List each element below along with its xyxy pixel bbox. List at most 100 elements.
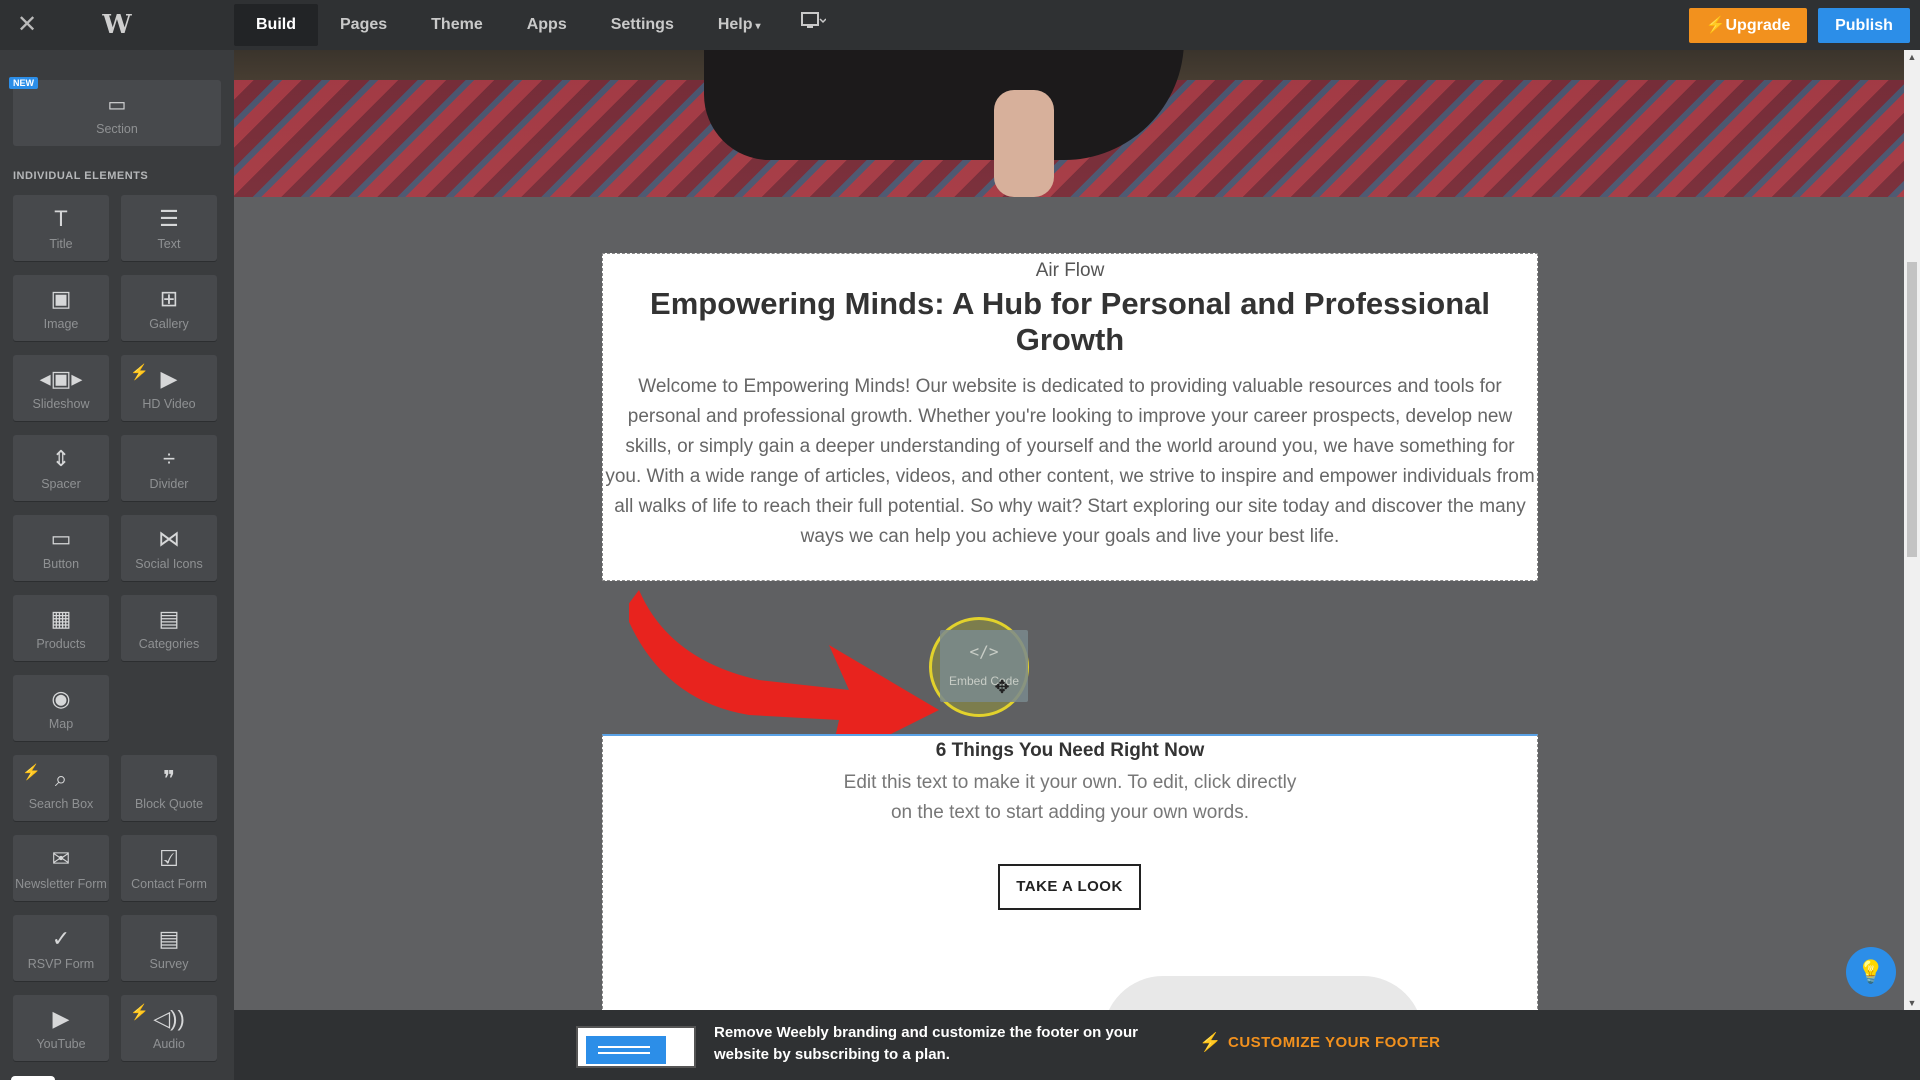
block-quote-icon: ❞ [163, 766, 175, 791]
publish-button[interactable]: Publish [1818, 8, 1910, 43]
elements-sidebar: ▭ Section NEW INDIVIDUAL ELEMENTS T Title… [0, 50, 234, 1080]
gallery-icon: ⊞ [159, 286, 179, 311]
sidebar-element-contact-form[interactable]: ☑ Contact Form [121, 835, 217, 901]
sidebar-element-survey[interactable]: ▤ Survey [121, 915, 217, 981]
youtube-icon: ▶ [52, 1006, 70, 1031]
sidebar-element-label: Gallery [149, 317, 189, 331]
sidebar-element-divider[interactable]: ÷ Divider [121, 435, 217, 501]
block2-title[interactable]: 6 Things You Need Right Now [603, 740, 1537, 762]
tab-apps[interactable]: Apps [505, 4, 589, 46]
sidebar-element-label: YouTube [36, 1037, 86, 1051]
sidebar-element-social-icons[interactable]: ⋈ Social Icons [121, 515, 217, 581]
tab-help-label: Help [717, 16, 753, 33]
sidebar-element-label: Categories [138, 637, 200, 651]
sidebar-element-text[interactable]: ☰ Text [121, 195, 217, 261]
block2-body[interactable]: Edit this text to make it your own. To e… [603, 768, 1537, 828]
chevron-right-icon[interactable]: › [11, 1076, 55, 1080]
scrollbar-thumb[interactable] [1907, 262, 1917, 557]
sidebar-element-categories[interactable]: ▤ Categories [121, 595, 217, 661]
top-toolbar: ✕ W Build Pages Theme Apps Settings Help… [0, 0, 1920, 50]
sidebar-element-gallery[interactable]: ⊞ Gallery [121, 275, 217, 341]
title-icon: T [54, 206, 68, 231]
sidebar-element-search-box[interactable]: ⚡ ⌕ Search Box [13, 755, 109, 821]
sidebar-element-label: Products [36, 637, 86, 651]
hero-figure [704, 50, 1184, 160]
tab-pages[interactable]: Pages [318, 4, 409, 46]
sidebar-element-title[interactable]: T Title [13, 195, 109, 261]
newsletter-form-icon: ✉ [51, 846, 71, 871]
image-icon: ▣ [50, 286, 72, 311]
divider-icon: ÷ [162, 446, 176, 471]
button-icon: ▭ [50, 526, 72, 551]
bolt-icon: ⚡ [1199, 1032, 1222, 1052]
editor-canvas[interactable]: Air Flow Empowering Minds: A Hub for Per… [234, 50, 1904, 1010]
tab-settings[interactable]: Settings [589, 4, 696, 46]
lightbulb-icon[interactable]: 💡 [1846, 947, 1896, 997]
hero-arm [994, 90, 1054, 197]
sidebar-element-products[interactable]: ▦ Products [13, 595, 109, 661]
sidebar-element-slideshow[interactable]: ◂▣▸ Slideshow [13, 355, 109, 421]
sidebar-element-newsletter-form[interactable]: ✉ Newsletter Form [13, 835, 109, 901]
sidebar-element-label: Title [49, 237, 73, 251]
bolt-icon: ⚡ [1705, 17, 1726, 34]
section-label: Section [96, 122, 138, 136]
weebly-logo: W [102, 10, 132, 40]
sidebar-element-image[interactable]: ▣ Image [13, 275, 109, 341]
sidebar-element-label: Divider [149, 477, 189, 491]
customize-footer-link[interactable]: CUSTOMIZE YOUR FOOTER [1228, 1034, 1440, 1051]
categories-icon: ▤ [158, 606, 180, 631]
tab-build[interactable]: Build [234, 4, 318, 46]
sidebar-element-spacer[interactable]: ⇕ Spacer [13, 435, 109, 501]
sidebar-element-label: Search Box [28, 797, 94, 811]
sidebar-element-label: Social Icons [135, 557, 203, 571]
block2-body-line2: on the text to start adding your own wor… [890, 802, 1250, 823]
tab-help[interactable]: Help ▾ [696, 4, 783, 46]
footer-preview-line [598, 1046, 650, 1048]
scroll-down-icon[interactable]: ▼ [1904, 996, 1920, 1010]
social-icons-icon: ⋈ [158, 526, 180, 551]
text-block[interactable]: Air Flow Empowering Minds: A Hub for Per… [602, 253, 1538, 581]
block-subtitle[interactable]: Air Flow [603, 260, 1537, 282]
footer-preview-line [598, 1052, 650, 1054]
sidebar-element-hd-video[interactable]: ⚡ ▶ HD Video [121, 355, 217, 421]
take-a-look-button[interactable]: TAKE A LOOK [998, 864, 1141, 910]
vertical-scrollbar[interactable]: ▲ ▼ [1904, 50, 1920, 1010]
sidebar-element-button[interactable]: ▭ Button [13, 515, 109, 581]
tab-theme[interactable]: Theme [409, 4, 505, 46]
sidebar-element-label: Image [43, 317, 79, 331]
dragged-element-label: Embed Code [948, 674, 1020, 688]
upgrade-button[interactable]: ⚡Upgrade [1689, 8, 1807, 43]
sidebar-element-label: Map [48, 717, 74, 731]
sidebar-element-label: Contact Form [131, 877, 207, 891]
search-box-icon: ⌕ [54, 766, 68, 791]
sidebar-element-label: Slideshow [32, 397, 90, 411]
sidebar-element-block-quote[interactable]: ❞ Block Quote [121, 755, 217, 821]
sidebar-element-label: Text [157, 237, 181, 251]
chevron-down-icon: ▾ [755, 21, 761, 32]
block-title[interactable]: Empowering Minds: A Hub for Personal and… [603, 286, 1537, 358]
dragged-embed-code-element[interactable]: </> Embed Code [940, 630, 1028, 702]
text-icon: ☰ [159, 206, 179, 231]
section-element[interactable]: ▭ Section [13, 80, 221, 146]
block2-body-line1: Edit this text to make it your own. To e… [843, 772, 1297, 793]
contact-form-icon: ☑ [159, 846, 179, 871]
sidebar-element-youtube[interactable]: ▶ YouTube [13, 995, 109, 1061]
main-nav: Build Pages Theme Apps Settings Help ▾ [234, 0, 843, 50]
hd-video-icon: ▶ [160, 366, 178, 391]
scroll-up-icon[interactable]: ▲ [1904, 50, 1920, 64]
sidebar-element-label: Newsletter Form [15, 877, 107, 891]
sidebar-element-label: HD Video [142, 397, 196, 411]
spacer-icon: ⇕ [51, 446, 71, 471]
device-preview-icon[interactable] [783, 4, 843, 46]
sidebar-element-rsvp-form[interactable]: ✓ RSVP Form [13, 915, 109, 981]
content-block[interactable]: 6 Things You Need Right Now Edit this te… [602, 734, 1538, 1010]
sidebar-element-audio[interactable]: ⚡ ◁)) Audio [121, 995, 217, 1061]
close-icon[interactable]: ✕ [16, 12, 38, 38]
block2-image [1103, 976, 1423, 1010]
sidebar-element-label: Audio [153, 1037, 185, 1051]
block-body[interactable]: Welcome to Empowering Minds! Our website… [605, 372, 1535, 552]
sidebar-element-label: Survey [149, 957, 189, 971]
sidebar-element-map[interactable]: ◉ Map [13, 675, 109, 741]
footer-message: Remove Weebly branding and customize the… [714, 1024, 1138, 1063]
sidebar-element-label: Block Quote [134, 797, 204, 811]
